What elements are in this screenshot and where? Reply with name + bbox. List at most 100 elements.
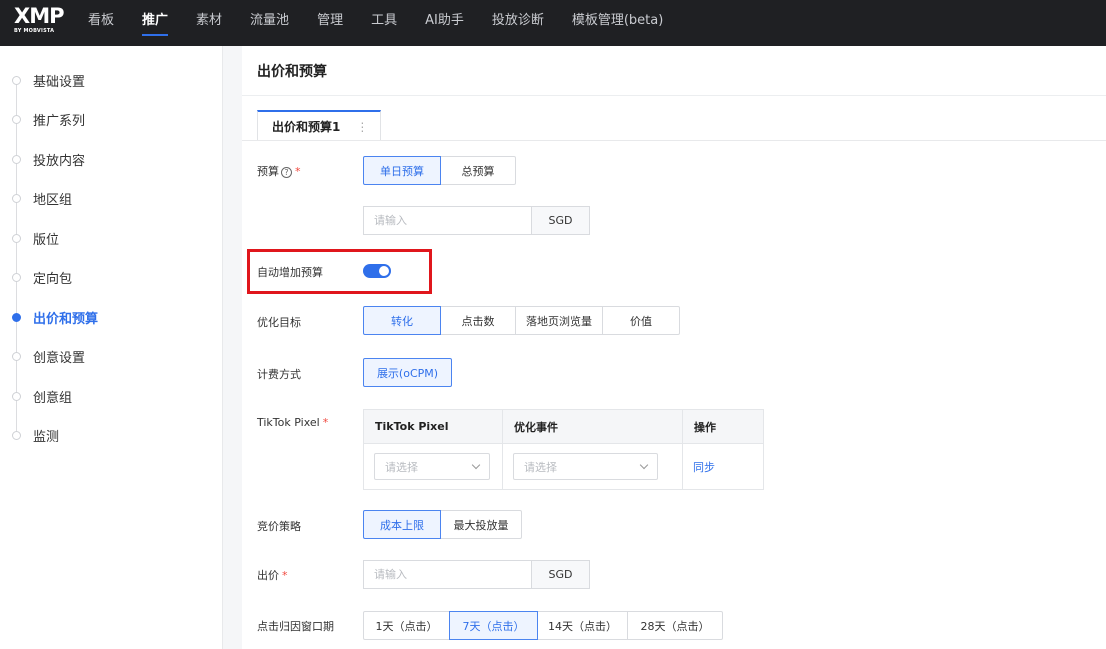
pixel-table: TikTok Pixel 优化事件 操作 请选择 请选择 同步: [363, 409, 764, 490]
step-dot-icon: [12, 114, 21, 124]
daily-budget-option[interactable]: 单日预算: [363, 156, 441, 185]
budget-currency: SGD: [531, 206, 590, 235]
goal-clicks-option[interactable]: 点击数: [440, 306, 516, 335]
bid-label: 出价 *: [257, 567, 288, 583]
auto-budget-label: 自动增加预算: [257, 266, 323, 279]
page-title: 出价和预算: [242, 46, 1106, 96]
select-placeholder: 请选择: [524, 460, 557, 474]
header-pixel: TikTok Pixel: [364, 410, 503, 443]
step-label: 定向包: [33, 271, 73, 287]
chevron-down-icon: [639, 460, 649, 470]
header-action: 操作: [694, 420, 716, 434]
step-label: 版位: [33, 232, 60, 248]
window-14d-option[interactable]: 14天（点击）: [537, 611, 628, 640]
help-icon[interactable]: ?: [281, 167, 292, 178]
nav-traffic-pool[interactable]: 流量池: [250, 0, 289, 46]
billing-ocpm-option[interactable]: 展示(oCPM): [363, 358, 452, 387]
select-placeholder: 请选择: [385, 460, 418, 474]
event-select[interactable]: 请选择: [513, 453, 658, 480]
tab-bar: 出价和预算1 ⋮: [257, 110, 381, 142]
chevron-down-icon: [471, 460, 481, 470]
nav-materials[interactable]: 素材: [196, 0, 222, 46]
strategy-max-delivery-option[interactable]: 最大投放量: [440, 510, 522, 539]
xmp-logo[interactable]: XMP BY MOBVISTA: [0, 0, 78, 46]
nav-template-management[interactable]: 模板管理(beta): [572, 0, 663, 46]
step-label: 基础设置: [33, 74, 86, 90]
main-nav: 看板 推广 素材 流量池 管理 工具 AI助手 投放诊断 模板管理(beta): [88, 0, 691, 46]
step-dot-icon: [12, 272, 21, 282]
nav-management[interactable]: 管理: [317, 0, 343, 46]
step-label: 推广系列: [33, 113, 86, 129]
more-options-icon[interactable]: ⋮: [356, 120, 368, 134]
strategy-label: 竞价策略: [257, 520, 301, 533]
budget-label: 预算? *: [257, 163, 301, 179]
step-label: 地区组: [33, 192, 73, 208]
strategy-options: 成本上限 最大投放量: [363, 510, 522, 539]
window-options: 1天（点击） 7天（点击） 14天（点击） 28天（点击）: [363, 611, 723, 640]
budget-type-toggle: 单日预算 总预算: [363, 156, 516, 185]
table-header: TikTok Pixel 优化事件 操作: [364, 410, 763, 444]
window-28d-option[interactable]: 28天（点击）: [627, 611, 723, 640]
main-panel: 出价和预算 出价和预算1 ⋮ 预算?* 单日预算 总预算 SGD 自动增加预算 …: [242, 46, 1106, 649]
header-event: 优化事件: [503, 410, 683, 443]
window-label: 点击归因窗口期: [257, 620, 334, 633]
pixel-cell: 请选择: [364, 444, 503, 489]
event-cell: 请选择: [503, 444, 683, 489]
required-mark: *: [295, 165, 301, 178]
sync-link[interactable]: 同步: [693, 459, 715, 475]
step-dot-icon: [12, 193, 21, 203]
nav-dashboard[interactable]: 看板: [88, 0, 114, 46]
bid-input[interactable]: [363, 560, 531, 589]
budget-label-text: 预算: [257, 165, 279, 178]
window-1d-option[interactable]: 1天（点击）: [363, 611, 450, 640]
required-mark: *: [322, 416, 329, 429]
step-label: 创意组: [33, 390, 73, 406]
goal-label: 优化目标: [257, 316, 301, 329]
total-budget-option[interactable]: 总预算: [440, 156, 516, 185]
step-label: 出价和预算: [33, 311, 99, 327]
top-navbar: XMP BY MOBVISTA 看板 推广 素材 流量池 管理 工具 AI助手 …: [0, 0, 1106, 46]
logo-mark: XMP: [14, 4, 64, 28]
step-dot-icon: [12, 430, 21, 440]
goal-value-option[interactable]: 价值: [602, 306, 680, 335]
tab-bid-budget-1[interactable]: 出价和预算1 ⋮: [257, 110, 381, 141]
goal-options: 转化 点击数 落地页浏览量 价值: [363, 306, 680, 335]
step-label: 创意设置: [33, 350, 86, 366]
step-label: 监测: [33, 429, 60, 445]
goal-conversion-option[interactable]: 转化: [363, 306, 441, 335]
steps-connector-line: [16, 80, 17, 436]
step-dot-icon: [12, 154, 21, 164]
step-dot-icon: [12, 312, 21, 322]
logo-subtitle: BY MOBVISTA: [14, 28, 55, 34]
required-mark: *: [282, 569, 288, 582]
bid-input-group: SGD: [363, 560, 590, 589]
tab-label: 出价和预算1: [272, 120, 341, 134]
tab-divider: [242, 140, 1106, 141]
auto-budget-switch[interactable]: [363, 264, 391, 278]
pixel-select[interactable]: 请选择: [374, 453, 490, 480]
billing-options: 展示(oCPM): [363, 358, 452, 387]
pixel-label: TikTok Pixel *: [257, 416, 328, 429]
switch-knob: [379, 266, 389, 276]
action-cell: 同步: [683, 444, 763, 489]
step-dot-icon: [12, 75, 21, 85]
steps-sidebar: 基础设置 推广系列 投放内容 地区组 版位 定向包 出价和预算 创意设置 创意组…: [0, 46, 223, 649]
budget-input[interactable]: [363, 206, 531, 235]
window-7d-option[interactable]: 7天（点击）: [449, 611, 538, 640]
pixel-label-text: TikTok Pixel: [257, 416, 320, 429]
table-row: 请选择 请选择 同步: [364, 444, 763, 489]
nav-tools[interactable]: 工具: [371, 0, 397, 46]
step-label: 投放内容: [33, 153, 86, 169]
bid-label-text: 出价: [257, 569, 279, 582]
budget-input-group: SGD: [363, 206, 590, 235]
billing-label: 计费方式: [257, 368, 301, 381]
nav-diagnosis[interactable]: 投放诊断: [492, 0, 544, 46]
step-dot-icon: [12, 391, 21, 401]
goal-landing-view-option[interactable]: 落地页浏览量: [515, 306, 603, 335]
nav-ai-assistant[interactable]: AI助手: [425, 0, 464, 46]
nav-promotion[interactable]: 推广: [142, 0, 169, 46]
step-dot-icon: [12, 351, 21, 361]
strategy-cost-cap-option[interactable]: 成本上限: [363, 510, 441, 539]
bid-currency: SGD: [531, 560, 590, 589]
step-dot-icon: [12, 233, 21, 243]
